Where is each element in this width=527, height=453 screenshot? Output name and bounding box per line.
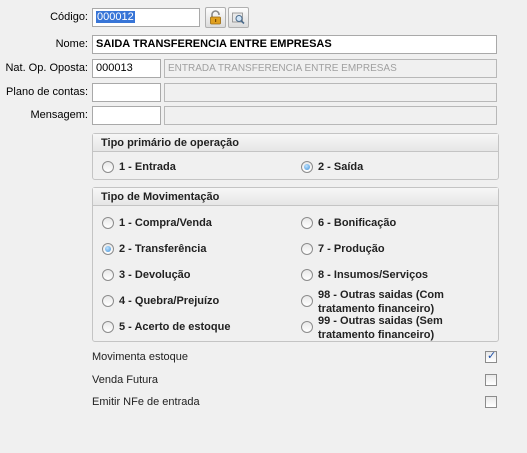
mensagem-description (164, 106, 497, 125)
emitir-nfe-entrada-label: Emitir NFe de entrada (92, 396, 200, 408)
radio-dot (301, 161, 313, 173)
nome-input[interactable]: SAIDA TRANSFERENCIA ENTRE EMPRESAS (92, 35, 497, 54)
plano-code-input[interactable] (92, 83, 161, 102)
tipo-movimentacao-title: Tipo de Movimentação (93, 188, 498, 206)
radio-entrada[interactable]: 1 - Entrada (102, 160, 176, 174)
radio-dot (301, 269, 313, 281)
radio-outras-saidas-sem[interactable]: 99 - Outras saidas (Sem tratamento finan… (301, 314, 491, 342)
mensagem-label: Mensagem: (30, 109, 88, 121)
plano-description (164, 83, 497, 102)
codigo-label: Código: (50, 11, 88, 23)
radio-producao[interactable]: 7 - Produção (301, 242, 385, 256)
radio-saida[interactable]: 2 - Saída (301, 160, 363, 174)
search-button[interactable] (228, 7, 249, 28)
search-icon (232, 12, 245, 25)
radio-outras-saidas-com[interactable]: 98 - Outras saidas (Com tratamento finan… (301, 288, 491, 316)
nat-op-oposta-label: Nat. Op. Oposta: (5, 62, 88, 74)
tipo-primario-group: Tipo primário de operação 1 - Entrada 2 … (92, 133, 499, 180)
tipo-primario-title: Tipo primário de operação (93, 134, 498, 152)
radio-transferencia[interactable]: 2 - Transferência (102, 242, 206, 256)
radio-dot (301, 321, 313, 333)
codigo-input[interactable]: 000012 (92, 8, 200, 27)
movimenta-estoque-label: Movimenta estoque (92, 351, 188, 363)
radio-dot (102, 295, 114, 307)
radio-dot (301, 243, 313, 255)
nat-op-description: ENTRADA TRANSFERENCIA ENTRE EMPRESAS (164, 59, 497, 78)
mensagem-code-input[interactable] (92, 106, 161, 125)
nome-label: Nome: (55, 38, 88, 50)
radio-dot (301, 217, 313, 229)
radio-insumos-servicos[interactable]: 8 - Insumos/Serviços (301, 268, 428, 282)
venda-futura-checkbox[interactable] (485, 374, 497, 386)
lock-button[interactable] (205, 7, 226, 28)
radio-bonificacao[interactable]: 6 - Bonificação (301, 216, 396, 230)
emitir-nfe-entrada-checkbox[interactable] (485, 396, 497, 408)
padlock-icon (210, 10, 221, 25)
nat-op-code-input[interactable]: 000013 (92, 59, 161, 78)
radio-dot (102, 217, 114, 229)
radio-compra-venda[interactable]: 1 - Compra/Venda (102, 216, 212, 230)
tipo-movimentacao-group: Tipo de Movimentação 1 - Compra/Venda 2 … (92, 187, 499, 342)
radio-dot (102, 161, 114, 173)
plano-de-contas-label: Plano de contas: (6, 86, 88, 98)
radio-acerto-estoque[interactable]: 5 - Acerto de estoque (102, 320, 230, 334)
radio-dot (102, 269, 114, 281)
radio-devolucao[interactable]: 3 - Devolução (102, 268, 191, 282)
radio-dot (301, 295, 313, 307)
venda-futura-label: Venda Futura (92, 374, 159, 386)
radio-quebra-prejuizo[interactable]: 4 - Quebra/Prejuízo (102, 294, 219, 308)
movimenta-estoque-checkbox[interactable] (485, 349, 497, 363)
codigo-value: 000012 (96, 11, 135, 23)
radio-dot (102, 321, 114, 333)
radio-dot (102, 243, 114, 255)
